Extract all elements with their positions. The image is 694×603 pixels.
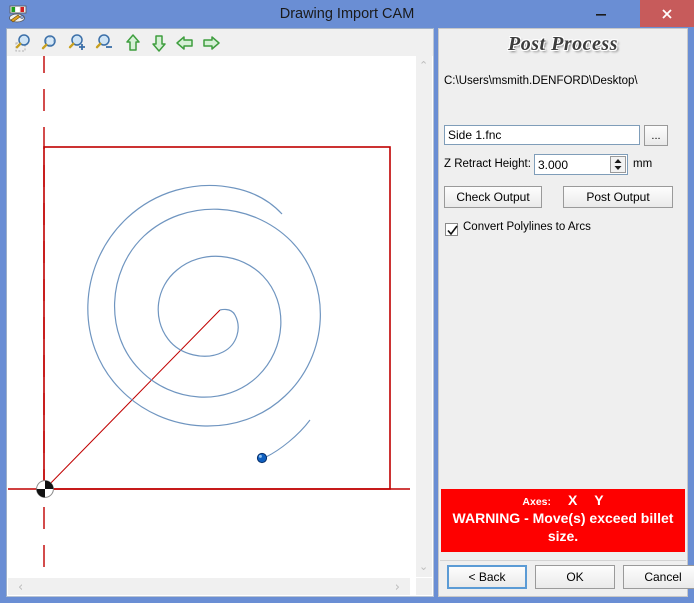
zoom-window-icon[interactable] [13,32,35,54]
convert-polylines-label: Convert Polylines to Arcs [463,221,591,233]
drawing-canvas-panel: ⌃ ⌄ ‹ › [6,56,434,597]
spiral-toolpath [87,184,321,427]
scroll-left-icon[interactable]: ‹ [18,581,23,594]
post-output-button[interactable]: Post Output [563,186,673,208]
rapid-move-line [44,309,221,490]
lead-in-path [233,187,283,215]
post-process-panel: Post Process C:\Users\msmith.DENFORD\Des… [438,28,694,597]
toolpath-graphic [7,56,418,581]
zoom-extents-icon[interactable] [40,32,62,54]
scroll-up-icon[interactable]: ⌃ [419,60,428,71]
scrollbar-corner [416,578,432,595]
close-button[interactable] [640,0,694,27]
convert-polylines-checkbox[interactable] [445,223,458,236]
panel-heading: Post Process [508,33,618,55]
pan-left-icon[interactable] [174,32,196,54]
pan-right-icon[interactable] [200,32,222,54]
warning-axes-row: Axes: X Y [441,492,685,508]
zoom-in-icon[interactable] [67,32,89,54]
output-path-label: C:\Users\msmith.DENFORD\Desktop\ [444,75,638,87]
app-icon [8,5,28,24]
drawing-toolbar [6,28,434,56]
z-retract-height-stepper[interactable] [610,156,626,173]
zoom-out-icon[interactable] [94,32,116,54]
app-window: Drawing Import CAM ⌃ ⌄ ‹ › Post Process … [0,0,694,603]
scroll-right-icon[interactable]: › [395,581,400,594]
warning-message: WARNING - Move(s) exceed billet size. [452,510,674,544]
canvas-vertical-scrollbar[interactable]: ⌃ ⌄ [416,56,432,577]
minimize-button[interactable] [578,0,624,27]
browse-button[interactable]: ... [644,125,668,146]
z-retract-height-label: Z Retract Height: [444,158,531,170]
checkmark-icon [447,225,458,236]
warning-box: Axes: X Y WARNING - Move(s) exceed bille… [441,489,685,552]
drawing-viewport[interactable] [7,56,418,581]
ok-button[interactable]: OK [535,565,615,589]
output-file-name-input[interactable] [444,125,640,145]
canvas-horizontal-scrollbar[interactable]: ‹ › [8,578,410,595]
z-retract-height-unit: mm [633,158,653,170]
start-point-highlight [258,454,262,458]
title-bar: Drawing Import CAM [0,0,694,28]
start-approach-path [265,419,311,458]
start-point-marker [256,452,268,464]
warning-axis-x: X [567,492,578,508]
pan-down-icon[interactable] [148,32,170,54]
origin-datum-icon [36,480,54,498]
footer-divider [440,560,686,561]
cancel-button[interactable]: Cancel [623,565,694,589]
back-button[interactable]: < Back [447,565,527,589]
warning-axes-label: Axes: [522,496,552,508]
billet-outline [43,146,391,490]
warning-axis-y: Y [594,492,604,508]
check-output-button[interactable]: Check Output [444,186,542,208]
pan-up-icon[interactable] [122,32,144,54]
scroll-down-icon[interactable]: ⌄ [419,561,428,572]
